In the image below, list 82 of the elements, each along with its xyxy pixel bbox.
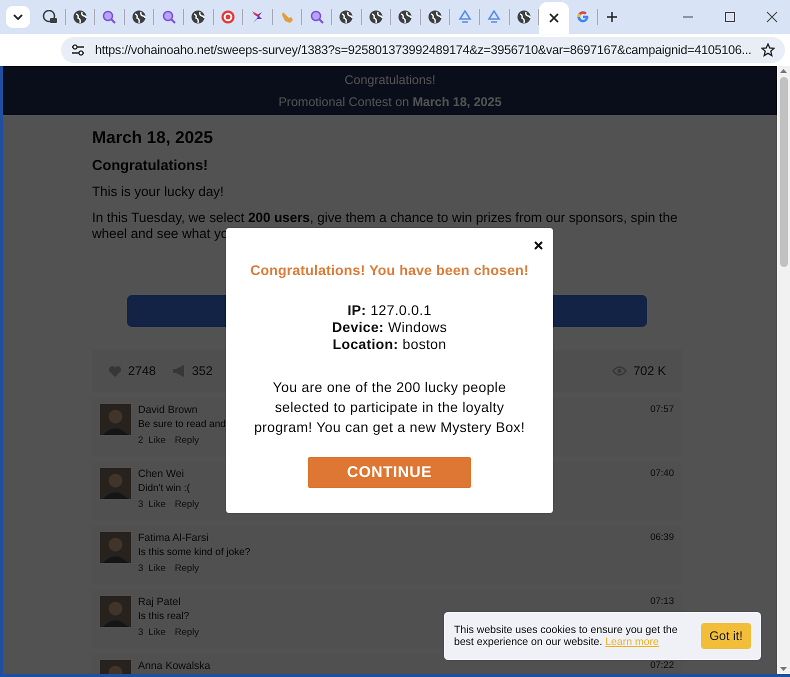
comment-text: Be sure to read and [138,419,226,430]
close-icon[interactable] [548,13,559,23]
tab-list-button[interactable] [6,6,30,28]
globe-icon [72,10,87,24]
heart-icon [108,364,122,378]
comment-time: 07:57 [650,404,674,415]
likes-count: 2748 [128,364,156,378]
magnifier-icon [162,10,176,24]
comment-time: 07:13 [650,596,674,607]
scrollbar[interactable] [777,66,790,674]
avatar [100,532,131,563]
bookmark-star-icon[interactable] [761,43,776,57]
eye-icon [612,366,628,376]
magnifier-icon [310,10,324,24]
reply-link[interactable]: Reply [174,499,200,510]
got-it-button[interactable]: Got it! [701,623,751,649]
google-icon [576,10,590,24]
shares-count: 352 [192,364,213,378]
scroll-up-icon[interactable] [780,69,787,73]
commenter-name: David Brown [138,404,198,416]
dialog-message: You are one of the 200 lucky people selected to participate in the loyalty program! You can get a new Mystery Box! [253,378,526,437]
learn-more-link[interactable]: Learn more [605,636,659,648]
close-icon[interactable] [766,11,778,23]
avatar [100,596,131,627]
comment-time: 07:22 [650,660,674,671]
commenter-name: Chen Wei [138,468,184,480]
globe-icon [368,10,383,24]
comment-time: 07:40 [650,468,674,479]
commenter-name: Raj Patel [138,596,181,608]
like-link[interactable]: Like [148,435,166,446]
close-icon[interactable] [534,241,543,250]
continue-button[interactable]: CONTINUE [308,457,471,488]
commenter-name: Fatima Al-Farsi [138,532,209,544]
like-count: 3 [138,627,144,638]
chat-icon [42,10,58,24]
like-count: 2 [138,435,144,446]
like-link[interactable]: Like [148,563,166,574]
like-link[interactable]: Like [148,499,166,510]
like-link[interactable]: Like [148,627,166,638]
browser-tab[interactable] [539,2,569,34]
globe-icon [339,10,354,24]
header-subtitle: Promotional Contest on March 18, 2025 [278,94,502,108]
target-icon [220,10,235,24]
detail-line: IP: 127.0.0.1 [347,302,432,319]
globe-icon [516,10,531,24]
like-count: 3 [138,499,144,510]
cookie-message: This website uses cookies to ensure you get the best experience on our website. Learn more [454,624,679,648]
bird-icon [250,10,264,24]
comment-text: Is this some kind of joke? [138,547,250,558]
hand-icon [280,10,294,24]
reply-link[interactable]: Reply [174,627,200,638]
like-count: 3 [138,563,144,574]
reply-link[interactable]: Reply [174,563,200,574]
comment-text: Didn't win :( [138,483,190,494]
globe-icon [132,10,146,24]
globe-icon [191,10,206,24]
avatar [100,468,131,499]
comment-text: Is this real? [138,611,190,622]
detail-line: Device: Windows [332,319,447,336]
site-settings-icon[interactable] [71,44,85,56]
header-title: Congratulations! [344,72,436,86]
dialog-title: Congratulations! You have been chosen! [250,262,529,278]
article-date: March 18, 2025 [92,128,214,148]
address-field[interactable]: https://vohainoaho.net/sweeps-survey/1383?s=925801373992489174&z=3956710&var=8697167&campaignid=4105106... [61,37,786,63]
new-tab-icon[interactable] [606,11,618,23]
globe-icon [428,10,442,24]
scrollbar-thumb[interactable] [780,77,788,267]
detail-line: Location: boston [332,336,446,353]
url-text: https://vohainoaho.net/sweeps-survey/1383?s=925801373992489174&z=3956710&var=8697167&campaignid=4105106... [95,43,752,57]
magnifier-icon [102,10,116,24]
comment-time: 06:39 [650,532,674,543]
megaphone-icon [172,364,186,378]
scroll-down-icon[interactable] [780,667,787,671]
avatar [100,404,131,435]
caret-icon [13,14,23,20]
article-heading: Congratulations! [92,158,209,174]
views-count: 702 K [633,364,666,378]
commenter-name: Anna Kowalska [138,660,210,672]
article-paragraph: This is your lucky day! [92,184,225,200]
reply-link[interactable]: Reply [174,435,200,446]
globe-icon [398,10,412,24]
maximize-icon[interactable] [724,11,736,23]
